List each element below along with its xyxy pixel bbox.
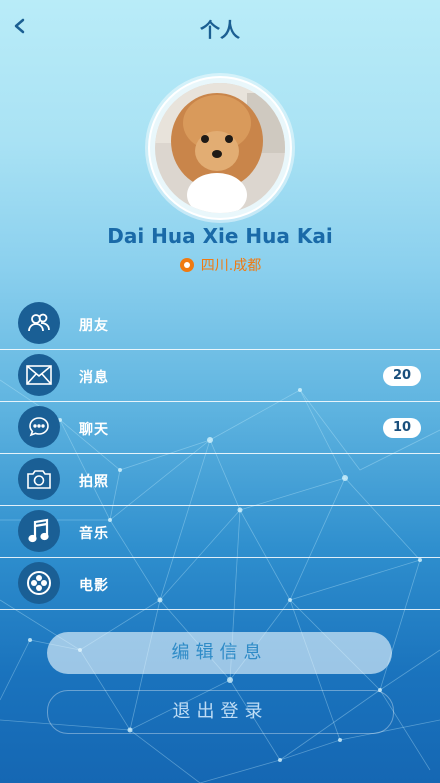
music-icon bbox=[18, 510, 60, 552]
menu-item-camera[interactable]: 拍照 bbox=[0, 454, 440, 506]
menu-item-label: 音乐 bbox=[79, 526, 109, 542]
menu-item-label: 朋友 bbox=[79, 318, 109, 334]
menu-item-label: 聊天 bbox=[79, 422, 109, 438]
profile-menu: 朋友 消息 20 聊天 10 拍照 音乐 电影 bbox=[0, 298, 440, 610]
edit-info-button[interactable]: 编辑信息 bbox=[47, 632, 392, 674]
chat-count-badge: 10 bbox=[383, 418, 421, 438]
chat-icon bbox=[18, 406, 60, 448]
friends-icon bbox=[18, 302, 60, 344]
top-bar: 个人 bbox=[0, 0, 440, 52]
avatar-image bbox=[155, 83, 285, 213]
messages-count-badge: 20 bbox=[383, 366, 421, 386]
menu-item-label: 电影 bbox=[79, 578, 109, 594]
location-text: 四川.成都 bbox=[200, 258, 262, 274]
location-icon bbox=[179, 258, 194, 272]
menu-item-movies[interactable]: 电影 bbox=[0, 558, 440, 610]
logout-button[interactable]: 退出登录 bbox=[47, 690, 394, 734]
menu-item-friends[interactable]: 朋友 bbox=[0, 298, 440, 350]
menu-item-messages[interactable]: 消息 20 bbox=[0, 350, 440, 402]
mail-icon bbox=[18, 354, 60, 396]
page-title: 个人 bbox=[200, 18, 240, 42]
avatar[interactable] bbox=[150, 78, 290, 218]
menu-item-label: 消息 bbox=[79, 370, 109, 386]
menu-item-music[interactable]: 音乐 bbox=[0, 506, 440, 558]
film-reel-icon bbox=[18, 562, 60, 604]
profile-location: 四川.成都 bbox=[0, 255, 440, 277]
profile-name: Dai Hua Xie Hua Kai bbox=[107, 224, 333, 248]
camera-icon bbox=[18, 458, 60, 500]
menu-item-label: 拍照 bbox=[79, 474, 109, 490]
menu-item-chat[interactable]: 聊天 10 bbox=[0, 402, 440, 454]
